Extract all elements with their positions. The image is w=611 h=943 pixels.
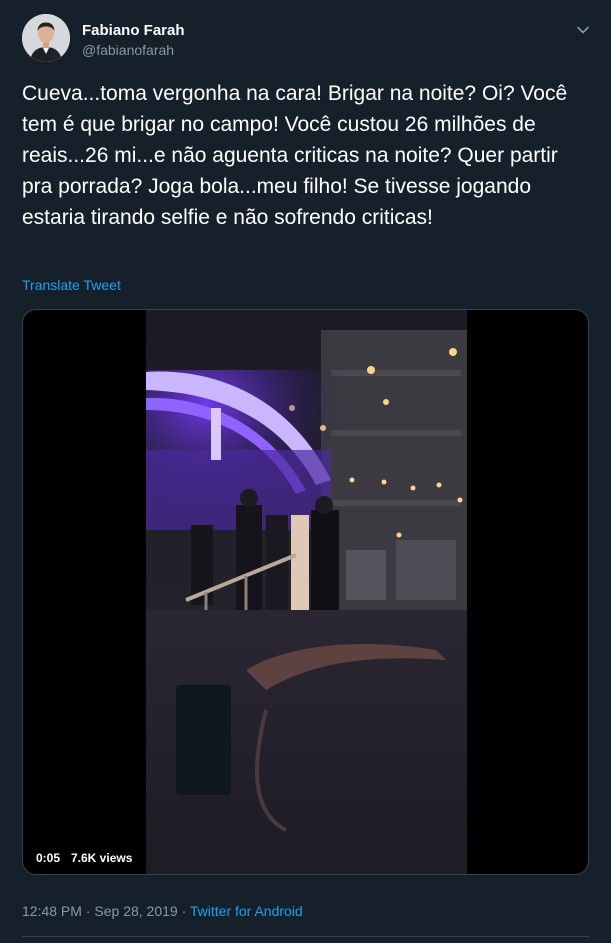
author-name[interactable]: Fabiano Farah xyxy=(82,22,185,39)
video-elapsed-time: 0:05 xyxy=(31,847,66,869)
avatar[interactable] xyxy=(22,14,70,62)
chevron-down-icon[interactable] xyxy=(575,22,591,38)
tweet-source-link[interactable]: Twitter for Android xyxy=(190,903,303,919)
author-handle[interactable]: @fabianofarah xyxy=(82,42,174,58)
tweet-text: Cueva...toma vergonha na cara! Brigar na… xyxy=(22,82,568,229)
tweet-time[interactable]: 12:48 PM xyxy=(22,903,82,919)
divider xyxy=(22,936,589,937)
meta-separator: · xyxy=(181,903,187,919)
tweet-card: Fabiano Farah @fabianofarah Cueva...toma… xyxy=(0,0,611,943)
video-view-count: 7.6K views xyxy=(66,847,138,869)
video-frame xyxy=(146,310,467,874)
tweet-date[interactable]: Sep 28, 2019 xyxy=(94,903,177,919)
tweet-metadata: 12:48 PM · Sep 28, 2019 · Twitter for An… xyxy=(22,903,303,919)
translate-tweet-link[interactable]: Translate Tweet xyxy=(22,277,121,293)
video-player[interactable]: 0:05 7.6K views xyxy=(22,309,589,875)
meta-separator: · xyxy=(85,903,91,919)
